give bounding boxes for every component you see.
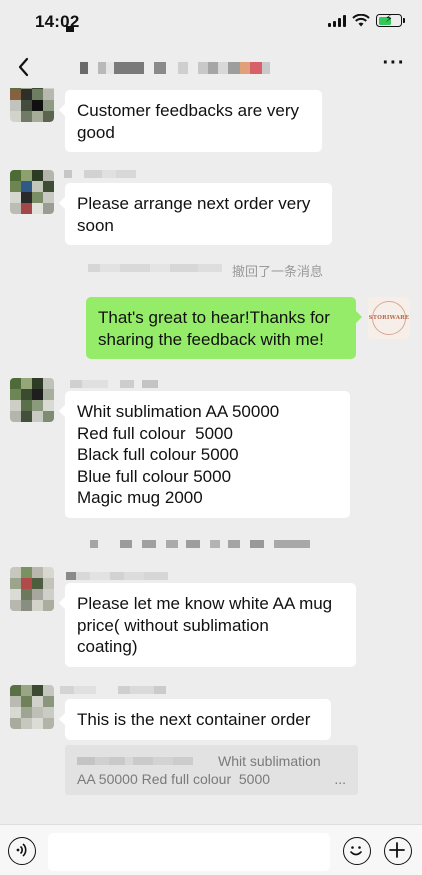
contact-avatar[interactable] bbox=[10, 378, 54, 422]
chat-title-redacted bbox=[80, 58, 270, 78]
signal-icon bbox=[328, 14, 346, 27]
message-text: price( without sublimation bbox=[77, 615, 269, 635]
system-notice-redacted bbox=[90, 540, 310, 548]
message-text: Red full colour 5000 bbox=[77, 423, 233, 443]
message-bubble[interactable]: Customer feedbacks are very good bbox=[59, 90, 322, 152]
status-time-blur bbox=[66, 26, 74, 32]
emoji-icon[interactable] bbox=[343, 837, 371, 865]
message-text: sharing the feedback with me! bbox=[98, 329, 324, 349]
message-bubble-outgoing[interactable]: That's great to hear!Thanks for sharing … bbox=[86, 297, 362, 359]
nav-bar: ··· bbox=[0, 44, 422, 92]
message-bubble[interactable]: Please let me know white AA mug price( w… bbox=[59, 583, 356, 667]
quote-text: Whit sublimation bbox=[218, 753, 321, 769]
message-text: Please let me know white AA mug bbox=[77, 594, 333, 613]
status-bar: 14:02 ⚡ bbox=[0, 0, 422, 44]
battery-charging-icon: ⚡ bbox=[376, 13, 405, 27]
wifi-icon bbox=[352, 14, 370, 27]
message-text: That's great to hear!Thanks for bbox=[98, 308, 330, 327]
message-text: Whit sublimation AA 50000 bbox=[77, 402, 280, 421]
message-text: Magic mug 2000 bbox=[77, 488, 203, 507]
my-avatar[interactable]: STORIWARE bbox=[368, 297, 410, 339]
quote-text: AA 50000 Red full colour 5000 bbox=[77, 771, 271, 787]
quote-ellipsis: ... bbox=[334, 771, 346, 787]
sender-name-redacted bbox=[64, 170, 136, 178]
message-text: Please arrange next order very bbox=[77, 194, 311, 213]
message-bubble[interactable]: This is the next container order bbox=[59, 699, 331, 740]
message-text: soon bbox=[77, 215, 114, 235]
contact-avatar[interactable] bbox=[10, 88, 54, 122]
message-text: Customer feedbacks are very bbox=[77, 101, 300, 120]
contact-avatar[interactable] bbox=[10, 685, 54, 729]
message-bubble[interactable]: Whit sublimation AA 50000 Red full colou… bbox=[59, 391, 350, 518]
message-text: Black full colour 5000 bbox=[77, 445, 239, 464]
quoted-message[interactable]: Whit sublimation AA 50000 Red full colou… bbox=[65, 745, 358, 795]
chevron-left-icon[interactable] bbox=[12, 54, 38, 80]
recall-sender-redacted bbox=[88, 264, 222, 272]
recall-notice: 撤回了一条消息 bbox=[232, 264, 324, 279]
plus-icon[interactable] bbox=[384, 837, 412, 865]
more-dots-icon[interactable]: ··· bbox=[382, 53, 406, 78]
message-bubble[interactable]: Please arrange next order very soon bbox=[59, 183, 332, 245]
contact-avatar[interactable] bbox=[10, 567, 54, 611]
storiware-logo: STORIWARE bbox=[369, 301, 409, 335]
message-input[interactable] bbox=[48, 833, 330, 871]
status-icons: ⚡ bbox=[328, 13, 405, 27]
message-text: This is the next container order bbox=[77, 710, 311, 729]
input-bar bbox=[0, 824, 422, 875]
sender-name-redacted bbox=[60, 686, 166, 694]
sender-name-redacted bbox=[66, 572, 168, 580]
voice-icon[interactable] bbox=[8, 837, 36, 865]
sender-name-redacted bbox=[70, 380, 158, 388]
storiware-logo-text: STORIWARE bbox=[368, 315, 410, 321]
message-text: coating) bbox=[77, 637, 138, 656]
quote-sender-redacted bbox=[77, 757, 193, 765]
message-text: Blue full colour 5000 bbox=[77, 466, 232, 486]
contact-avatar[interactable] bbox=[10, 170, 54, 214]
message-text: good bbox=[77, 122, 115, 142]
